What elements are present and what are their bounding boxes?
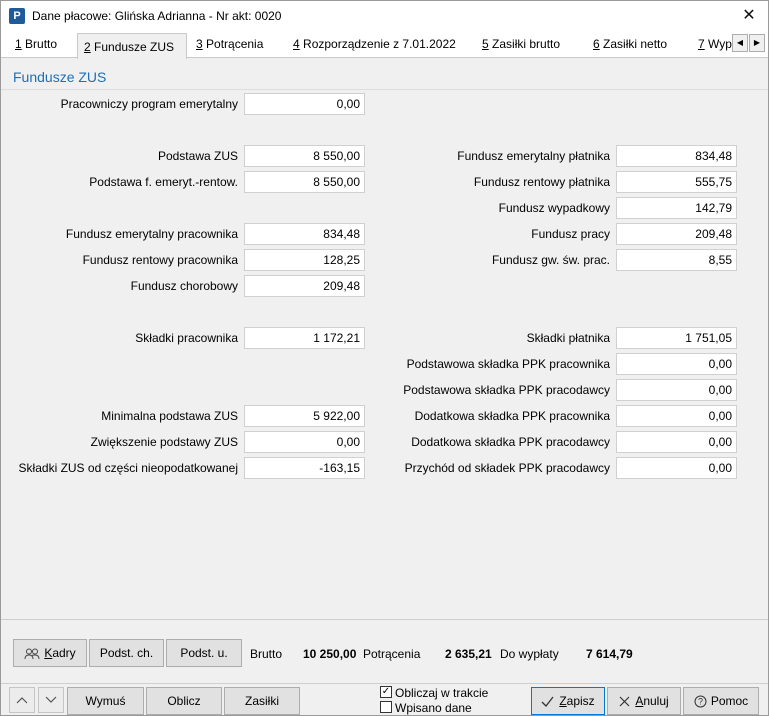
skladki-platnika-label: Składki płatnika [526, 331, 610, 345]
ppk-podstawowa-pracownika-label: Podstawowa składka PPK pracownika [406, 357, 610, 371]
brutto-value: 10 250,00 [303, 647, 357, 661]
fundusz-gsp-field[interactable]: 8,55 [616, 249, 737, 271]
brutto-label: Brutto [250, 647, 283, 661]
fundusz-rentowy-platnika-field[interactable]: 555,75 [616, 171, 737, 193]
tab-rozporzadzenie[interactable]: 4 Rozporządzenie z 7.01.2022 [287, 35, 462, 57]
fundusz-chorobowy-label: Fundusz chorobowy [130, 279, 238, 293]
ppk-podstawowa-pracownika-field[interactable]: 0,00 [616, 353, 737, 375]
fundusz-wypadkowy-label: Fundusz wypadkowy [498, 201, 610, 215]
fundusz-emerytalny-platnika-field[interactable]: 834,48 [616, 145, 737, 167]
do-wyplaty-value: 7 614,79 [586, 647, 633, 661]
dialog-window: P Dane płacowe: Glińska Adrianna - Nr ak… [0, 0, 769, 716]
summary-divider [1, 619, 768, 620]
ppk-przychod-field[interactable]: 0,00 [616, 457, 737, 479]
zwiekszenie-podstawy-zus-label: Zwiększenie podstawy ZUS [90, 435, 238, 449]
oblicz-w-trakcie-label: Obliczaj w trakcie [395, 686, 489, 700]
ppk-przychod-label: Przychód od składek PPK pracodawcy [404, 461, 610, 475]
skladki-zus-nieopodatkowanej-label: Składki ZUS od części nieopodatkowanej [18, 461, 238, 475]
zapisz-button[interactable]: Zapisz [531, 687, 605, 715]
fundusz-rentowy-pracownika-label: Fundusz rentowy pracownika [82, 253, 238, 267]
podstawa-zus-label: Podstawa ZUS [157, 149, 238, 163]
podstawa-zus-field[interactable]: 8 550,00 [244, 145, 365, 167]
close-icon[interactable]: ✕ [734, 1, 764, 31]
section-title: Fundusze ZUS [13, 69, 107, 85]
ppk-dodatkowa-pracownika-field[interactable]: 0,00 [616, 405, 737, 427]
skladki-platnika-field[interactable]: 1 751,05 [616, 327, 737, 349]
ppk-podstawowa-pracodawcy-field[interactable]: 0,00 [616, 379, 737, 401]
footer-divider [1, 683, 768, 684]
ppe-field[interactable]: 0,00 [244, 93, 365, 115]
section-divider [1, 89, 768, 90]
ppk-dodatkowa-pracownika-label: Dodatkowa składka PPK pracownika [414, 409, 610, 423]
fundusz-rentowy-pracownika-field[interactable]: 128,25 [244, 249, 365, 271]
close-x-icon [619, 696, 630, 707]
fundusz-emerytalny-pracownika-label: Fundusz emerytalny pracownika [65, 227, 238, 241]
help-icon: ? [694, 695, 707, 708]
ppk-dodatkowa-pracodawcy-label: Dodatkowa składka PPK pracodawcy [411, 435, 610, 449]
tab-brutto[interactable]: 1 Brutto [9, 35, 63, 57]
podst-u-button[interactable]: Podst. u. [166, 639, 242, 667]
do-wyplaty-label: Do wypłaty [500, 647, 559, 661]
skladki-zus-nieopodatkowanej-field[interactable]: -163,15 [244, 457, 365, 479]
skladki-pracownika-field[interactable]: 1 172,21 [244, 327, 365, 349]
people-icon [24, 648, 40, 659]
zasilki-button[interactable]: Zasiłki [224, 687, 300, 715]
tab-fundusze-zus[interactable]: 2 Fundusze ZUS [77, 33, 187, 59]
chevron-up-icon [16, 697, 28, 704]
oblicz-button[interactable]: Oblicz [146, 687, 222, 715]
ppe-label: Pracowniczy program emerytalny [60, 97, 238, 111]
pomoc-button[interactable]: ? Pomoc [683, 687, 759, 715]
fundusz-rentowy-platnika-label: Fundusz rentowy płatnika [473, 175, 610, 189]
minimalna-podstawa-zus-field[interactable]: 5 922,00 [244, 405, 365, 427]
fundusz-emerytalny-pracownika-field[interactable]: 834,48 [244, 223, 365, 245]
tab-zasilki-netto[interactable]: 6 Zasiłki netto [587, 35, 673, 57]
ppk-podstawowa-pracodawcy-label: Podstawowa składka PPK pracodawcy [403, 383, 610, 397]
potracenia-label: Potrącenia [363, 647, 421, 661]
kadry-button[interactable]: Kadry [13, 639, 87, 667]
podstawa-emeryt-rentow-label: Podstawa f. emeryt.-rentow. [89, 175, 238, 189]
fundusz-emerytalny-platnika-label: Fundusz emerytalny płatnika [457, 149, 610, 163]
skladki-pracownika-label: Składki pracownika [135, 331, 238, 345]
checkmark-icon [541, 696, 554, 708]
wpisano-dane-label: Wpisano dane [395, 701, 472, 715]
podstawa-emeryt-rentow-field[interactable]: 8 550,00 [244, 171, 365, 193]
tab-potracenia[interactable]: 3 Potrącenia [190, 35, 269, 57]
tab-strip: 1 Brutto 2 Fundusze ZUS 3 Potrącenia 4 R… [1, 32, 768, 59]
next-record-button[interactable] [38, 687, 64, 713]
minimalna-podstawa-zus-label: Minimalna podstawa ZUS [101, 409, 238, 423]
potracenia-value: 2 635,21 [445, 647, 492, 661]
previous-record-button[interactable] [9, 687, 35, 713]
window-title: Dane płacowe: Glińska Adrianna - Nr akt:… [32, 9, 282, 23]
tab-scroll-right-icon[interactable]: ▶ [749, 34, 765, 52]
fundusz-chorobowy-field[interactable]: 209,48 [244, 275, 365, 297]
fundusz-gsp-label: Fundusz gw. św. prac. [491, 253, 610, 267]
zwiekszenie-podstawy-zus-field[interactable]: 0,00 [244, 431, 365, 453]
tab-wyplaty[interactable]: 7 Wyp [692, 35, 732, 57]
wymus-button[interactable]: Wymuś [67, 687, 144, 715]
chevron-down-icon [45, 696, 57, 703]
oblicz-w-trakcie-checkbox[interactable]: ✓ [380, 686, 392, 698]
ppk-dodatkowa-pracodawcy-field[interactable]: 0,00 [616, 431, 737, 453]
app-logo-icon: P [9, 8, 25, 24]
title-bar: P Dane płacowe: Glińska Adrianna - Nr ak… [1, 1, 768, 32]
anuluj-button[interactable]: Anuluj [607, 687, 681, 715]
svg-text:?: ? [698, 697, 703, 707]
wpisano-dane-checkbox[interactable] [380, 701, 392, 713]
fundusz-pracy-label: Fundusz pracy [531, 227, 610, 241]
tab-zasilki-brutto[interactable]: 5 Zasiłki brutto [476, 35, 566, 57]
fundusz-pracy-field[interactable]: 209,48 [616, 223, 737, 245]
tab-scroll-left-icon[interactable]: ◀ [732, 34, 748, 52]
fundusz-wypadkowy-field[interactable]: 142,79 [616, 197, 737, 219]
podst-ch-button[interactable]: Podst. ch. [89, 639, 164, 667]
